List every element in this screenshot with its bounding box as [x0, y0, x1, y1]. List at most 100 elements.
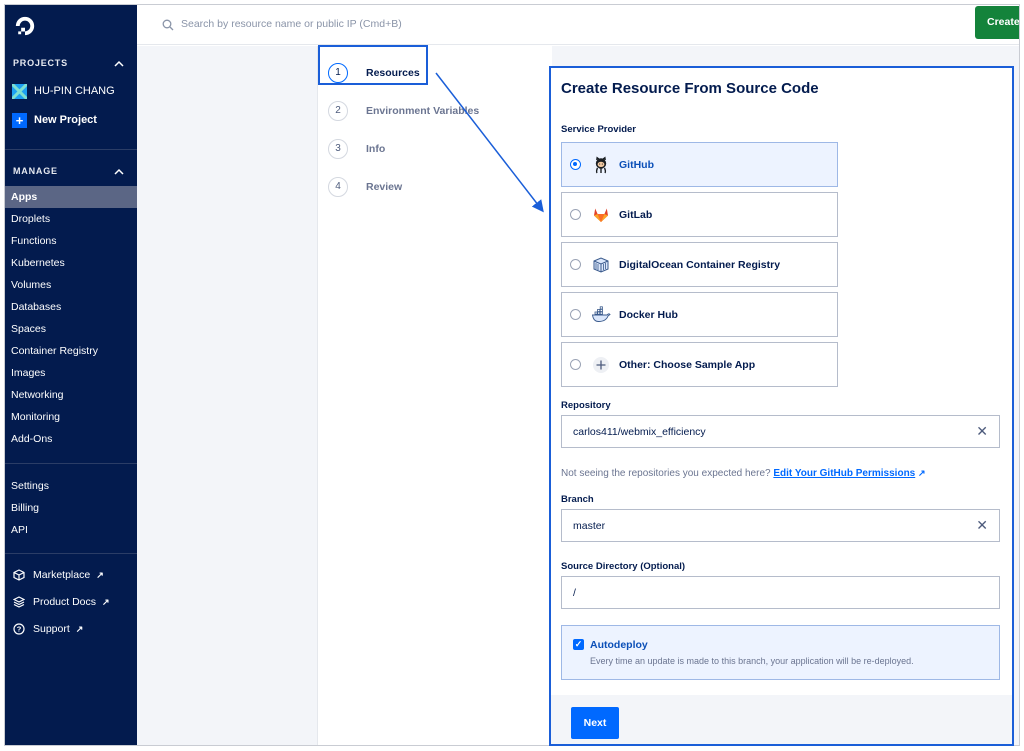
provider-label: DigitalOcean Container Registry [619, 258, 781, 271]
step-info[interactable]: 3 Info [328, 138, 385, 160]
step-number: 4 [328, 177, 348, 197]
project-icon [12, 83, 27, 99]
step-label: Info [366, 143, 386, 155]
radio-button[interactable] [570, 309, 581, 320]
sidebar-item-kubernetes[interactable]: Kubernetes [5, 252, 137, 274]
sidebar-item-container-registry[interactable]: Container Registry [5, 340, 137, 362]
source-dir-label: Source Directory (Optional) [561, 561, 686, 572]
sidebar-item-billing[interactable]: Billing [5, 497, 137, 519]
manage-heading: MANAGE [13, 166, 58, 176]
svg-text:?: ? [17, 625, 22, 634]
radio-button[interactable] [570, 209, 581, 220]
source-dir-value: / [573, 587, 576, 599]
sidebar-item-spaces[interactable]: Spaces [5, 318, 137, 340]
external-link-icon: ↗ [96, 569, 104, 580]
container-registry-icon [591, 255, 611, 275]
chevron-up-icon[interactable] [114, 168, 124, 176]
project-name: HU-PIN CHANG [34, 85, 115, 97]
digitalocean-logo[interactable] [14, 15, 36, 37]
radio-button[interactable] [570, 359, 581, 370]
clear-icon[interactable]: ✕ [976, 517, 988, 534]
create-button[interactable]: Create [975, 6, 1019, 39]
sidebar-divider [5, 149, 137, 150]
new-project-label: New Project [34, 114, 97, 126]
create-resource-form: Create Resource From Source Code Service… [549, 66, 1014, 746]
external-link-icon: ↗ [102, 596, 110, 607]
sidebar-link-support[interactable]: ? Support ↗ [13, 620, 83, 638]
provider-option-github[interactable]: GitHub [561, 142, 838, 187]
provider-option-gitlab[interactable]: GitLab [561, 192, 838, 237]
repo-hint: Not seeing the repositories you expected… [561, 468, 926, 479]
project-item[interactable]: HU-PIN CHANG [12, 81, 115, 101]
layers-icon [13, 596, 25, 608]
sidebar: PROJECTS HU-PIN CHANG + New Project MANA… [5, 5, 137, 745]
form-title: Create Resource From Source Code [561, 80, 819, 97]
autodeploy-panel: ✓ Autodeploy Every time an update is mad… [561, 625, 1000, 680]
provider-option-sample-app[interactable]: Other: Choose Sample App [561, 342, 838, 387]
sidebar-item-droplets[interactable]: Droplets [5, 208, 137, 230]
form-footer: Next [551, 695, 1012, 744]
content-gutter [137, 46, 317, 745]
sidebar-item-functions[interactable]: Functions [5, 230, 137, 252]
sidebar-item-apps[interactable]: Apps [5, 186, 137, 208]
repository-label: Repository [561, 400, 611, 411]
plus-icon [591, 355, 611, 375]
provider-label: GitHub [619, 158, 654, 171]
provider-label: GitLab [619, 208, 653, 221]
repository-value: carlos411/webmix_efficiency [573, 426, 706, 438]
plus-icon: + [12, 112, 27, 128]
branch-field[interactable]: master ✕ [561, 509, 1000, 542]
search-icon [162, 19, 174, 31]
radio-button[interactable] [570, 159, 581, 170]
sidebar-item-api[interactable]: API [5, 519, 137, 541]
sidebar-link-product-docs[interactable]: Product Docs ↗ [13, 593, 110, 611]
provider-label: Docker Hub [619, 308, 678, 321]
sidebar-divider [5, 463, 137, 464]
chevron-up-icon[interactable] [114, 60, 124, 68]
sidebar-item-networking[interactable]: Networking [5, 384, 137, 406]
step-environment-variables[interactable]: 2 Environment Variables [328, 100, 479, 122]
service-provider-label: Service Provider [561, 124, 636, 135]
autodeploy-description: Every time an update is made to this bra… [590, 656, 914, 666]
external-link-icon: ↗ [918, 468, 926, 478]
step-review[interactable]: 4 Review [328, 176, 402, 198]
new-project-button[interactable]: + New Project [12, 110, 97, 130]
support-label: Support [33, 623, 70, 635]
sidebar-item-monitoring[interactable]: Monitoring [5, 406, 137, 428]
github-icon [591, 155, 611, 175]
step-number: 2 [328, 101, 348, 121]
repo-hint-text: Not seeing the repositories you expected… [561, 468, 771, 479]
gitlab-icon [591, 205, 611, 225]
autodeploy-label[interactable]: Autodeploy [590, 639, 648, 651]
autodeploy-checkbox[interactable]: ✓ [573, 639, 584, 650]
clear-icon[interactable]: ✕ [976, 423, 988, 440]
provider-label: Other: Choose Sample App [619, 358, 756, 371]
repository-field[interactable]: carlos411/webmix_efficiency ✕ [561, 415, 1000, 448]
sidebar-link-marketplace[interactable]: Marketplace ↗ [13, 566, 104, 584]
branch-value: master [573, 520, 606, 532]
marketplace-label: Marketplace [33, 569, 91, 581]
sidebar-divider [5, 553, 137, 554]
sidebar-item-settings[interactable]: Settings [5, 475, 137, 497]
help-icon: ? [13, 623, 25, 635]
step-label: Review [366, 181, 403, 193]
branch-label: Branch [561, 494, 594, 505]
provider-option-docker-hub[interactable]: Docker Hub [561, 292, 838, 337]
projects-heading: PROJECTS [13, 58, 68, 68]
sidebar-item-databases[interactable]: Databases [5, 296, 137, 318]
sidebar-item-images[interactable]: Images [5, 362, 137, 384]
next-button[interactable]: Next [571, 707, 619, 739]
radio-button[interactable] [570, 259, 581, 270]
docker-icon [591, 305, 611, 325]
product-docs-label: Product Docs [33, 596, 97, 608]
sidebar-item-volumes[interactable]: Volumes [5, 274, 137, 296]
sidebar-item-add-ons[interactable]: Add-Ons [5, 428, 137, 450]
step-number: 3 [328, 139, 348, 159]
source-dir-field[interactable]: / [561, 576, 1000, 609]
annotation-highlight-box [318, 45, 428, 85]
step-label: Environment Variables [366, 105, 480, 117]
wizard-steps: 1 Resources 2 Environment Variables 3 In… [317, 46, 552, 745]
provider-option-container-registry[interactable]: DigitalOcean Container Registry [561, 242, 838, 287]
search-input[interactable]: Search by resource name or public IP (Cm… [181, 18, 402, 30]
edit-permissions-link[interactable]: Edit Your GitHub Permissions [773, 468, 915, 479]
